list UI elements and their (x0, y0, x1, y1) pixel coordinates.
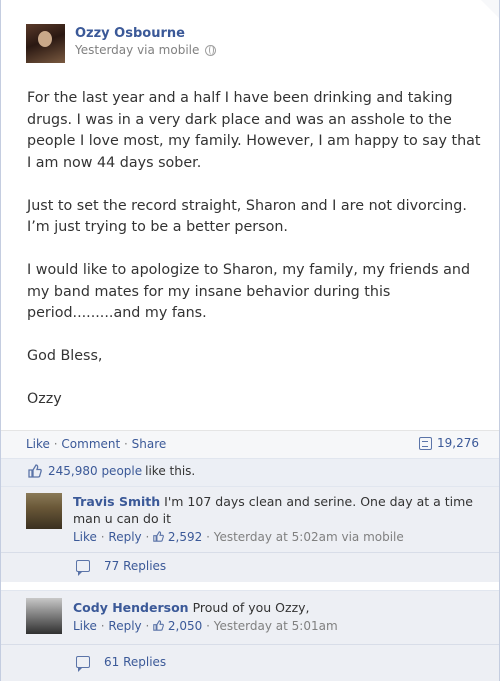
comment-body: Cody Henderson Proud of you Ozzy, Like ·… (73, 599, 483, 635)
replies-content: 61 Replies (76, 655, 166, 672)
likes-summary: 245,980 people like this. (1, 458, 499, 486)
post-paragraph: God Bless, (27, 348, 103, 364)
comment-reply-link[interactable]: Reply (108, 530, 141, 544)
comment-reply-link[interactable]: Reply (108, 619, 141, 633)
replies-row[interactable]: 61 Replies (1, 644, 499, 681)
comment-meta: Like · Reply · 2,592 · Yesterday at 5:02… (73, 530, 404, 544)
share-icon (419, 436, 432, 450)
separator: · (124, 437, 132, 451)
comment-like-link[interactable]: Like (73, 619, 97, 633)
comment-like-count[interactable]: 2,592 (168, 530, 202, 544)
share-count[interactable]: 19,276 (419, 436, 479, 450)
post-timestamp[interactable]: Yesterday via mobile (75, 42, 199, 59)
replies-content: 77 Replies (76, 559, 166, 576)
replies-link[interactable]: 77 Replies (104, 559, 166, 573)
replies-row[interactable]: 77 Replies (1, 552, 499, 582)
share-link[interactable]: Share (132, 437, 167, 451)
comment-body: Travis Smith I'm 107 days clean and seri… (73, 493, 483, 546)
post-timestamp-row: Yesterday via mobile (75, 42, 217, 59)
comment-like-link[interactable]: Like (73, 530, 97, 544)
thumbs-up-icon (153, 620, 164, 631)
post-paragraph: I would like to apologize to Sharon, my … (27, 262, 471, 321)
globe-icon (205, 45, 217, 56)
replies-link[interactable]: 61 Replies (104, 655, 166, 669)
post-paragraph: Just to set the record straight, Sharon … (27, 197, 467, 236)
thumbs-up-icon (153, 531, 164, 542)
comment-text: Proud of you Ozzy, (192, 600, 310, 615)
page-fold-corner (481, 0, 499, 18)
comment-divider (1, 582, 499, 590)
likes-count-link[interactable]: 245,980 people (48, 464, 142, 478)
speech-bubble-icon (76, 656, 90, 672)
post-card: Ozzy Osbourne Yesterday via mobile For t… (0, 0, 500, 681)
comment-timestamp[interactable]: Yesterday at 5:01am (214, 619, 338, 633)
comment-timestamp[interactable]: Yesterday at 5:02am via mobile (214, 530, 404, 544)
comment-item: Cody Henderson Proud of you Ozzy, Like ·… (1, 590, 499, 644)
comment-like-count[interactable]: 2,050 (168, 619, 202, 633)
comment-item: Travis Smith I'm 107 days clean and seri… (1, 486, 499, 552)
post-paragraph: Ozzy (27, 391, 62, 407)
post-actions: Like · Comment · Share (26, 437, 166, 451)
thumbs-up-icon (28, 464, 42, 478)
likes-summary-content: 245,980 people like this. (28, 464, 195, 478)
post-meta: Ozzy Osbourne Yesterday via mobile (75, 25, 217, 64)
post-actions-bar: Like · Comment · Share 19,276 (1, 430, 499, 458)
author-name[interactable]: Ozzy Osbourne (75, 25, 216, 42)
like-link[interactable]: Like (26, 437, 50, 451)
post-header: Ozzy Osbourne Yesterday via mobile (26, 24, 217, 64)
commenter-avatar[interactable] (26, 598, 62, 634)
post-body: For the last year and a half I have been… (27, 88, 482, 432)
commenter-name[interactable]: Travis Smith (73, 494, 160, 509)
share-count-value: 19,276 (437, 436, 479, 450)
comment-link[interactable]: Comment (61, 437, 120, 451)
comment-meta: Like · Reply · 2,050 · Yesterday at 5:01… (73, 619, 338, 633)
commenter-name[interactable]: Cody Henderson (73, 600, 189, 615)
post-paragraph: For the last year and a half I have been… (27, 90, 481, 171)
commenter-avatar[interactable] (26, 493, 62, 529)
author-avatar[interactable] (26, 24, 65, 63)
speech-bubble-icon (76, 560, 90, 576)
likes-suffix: like this. (145, 464, 196, 478)
